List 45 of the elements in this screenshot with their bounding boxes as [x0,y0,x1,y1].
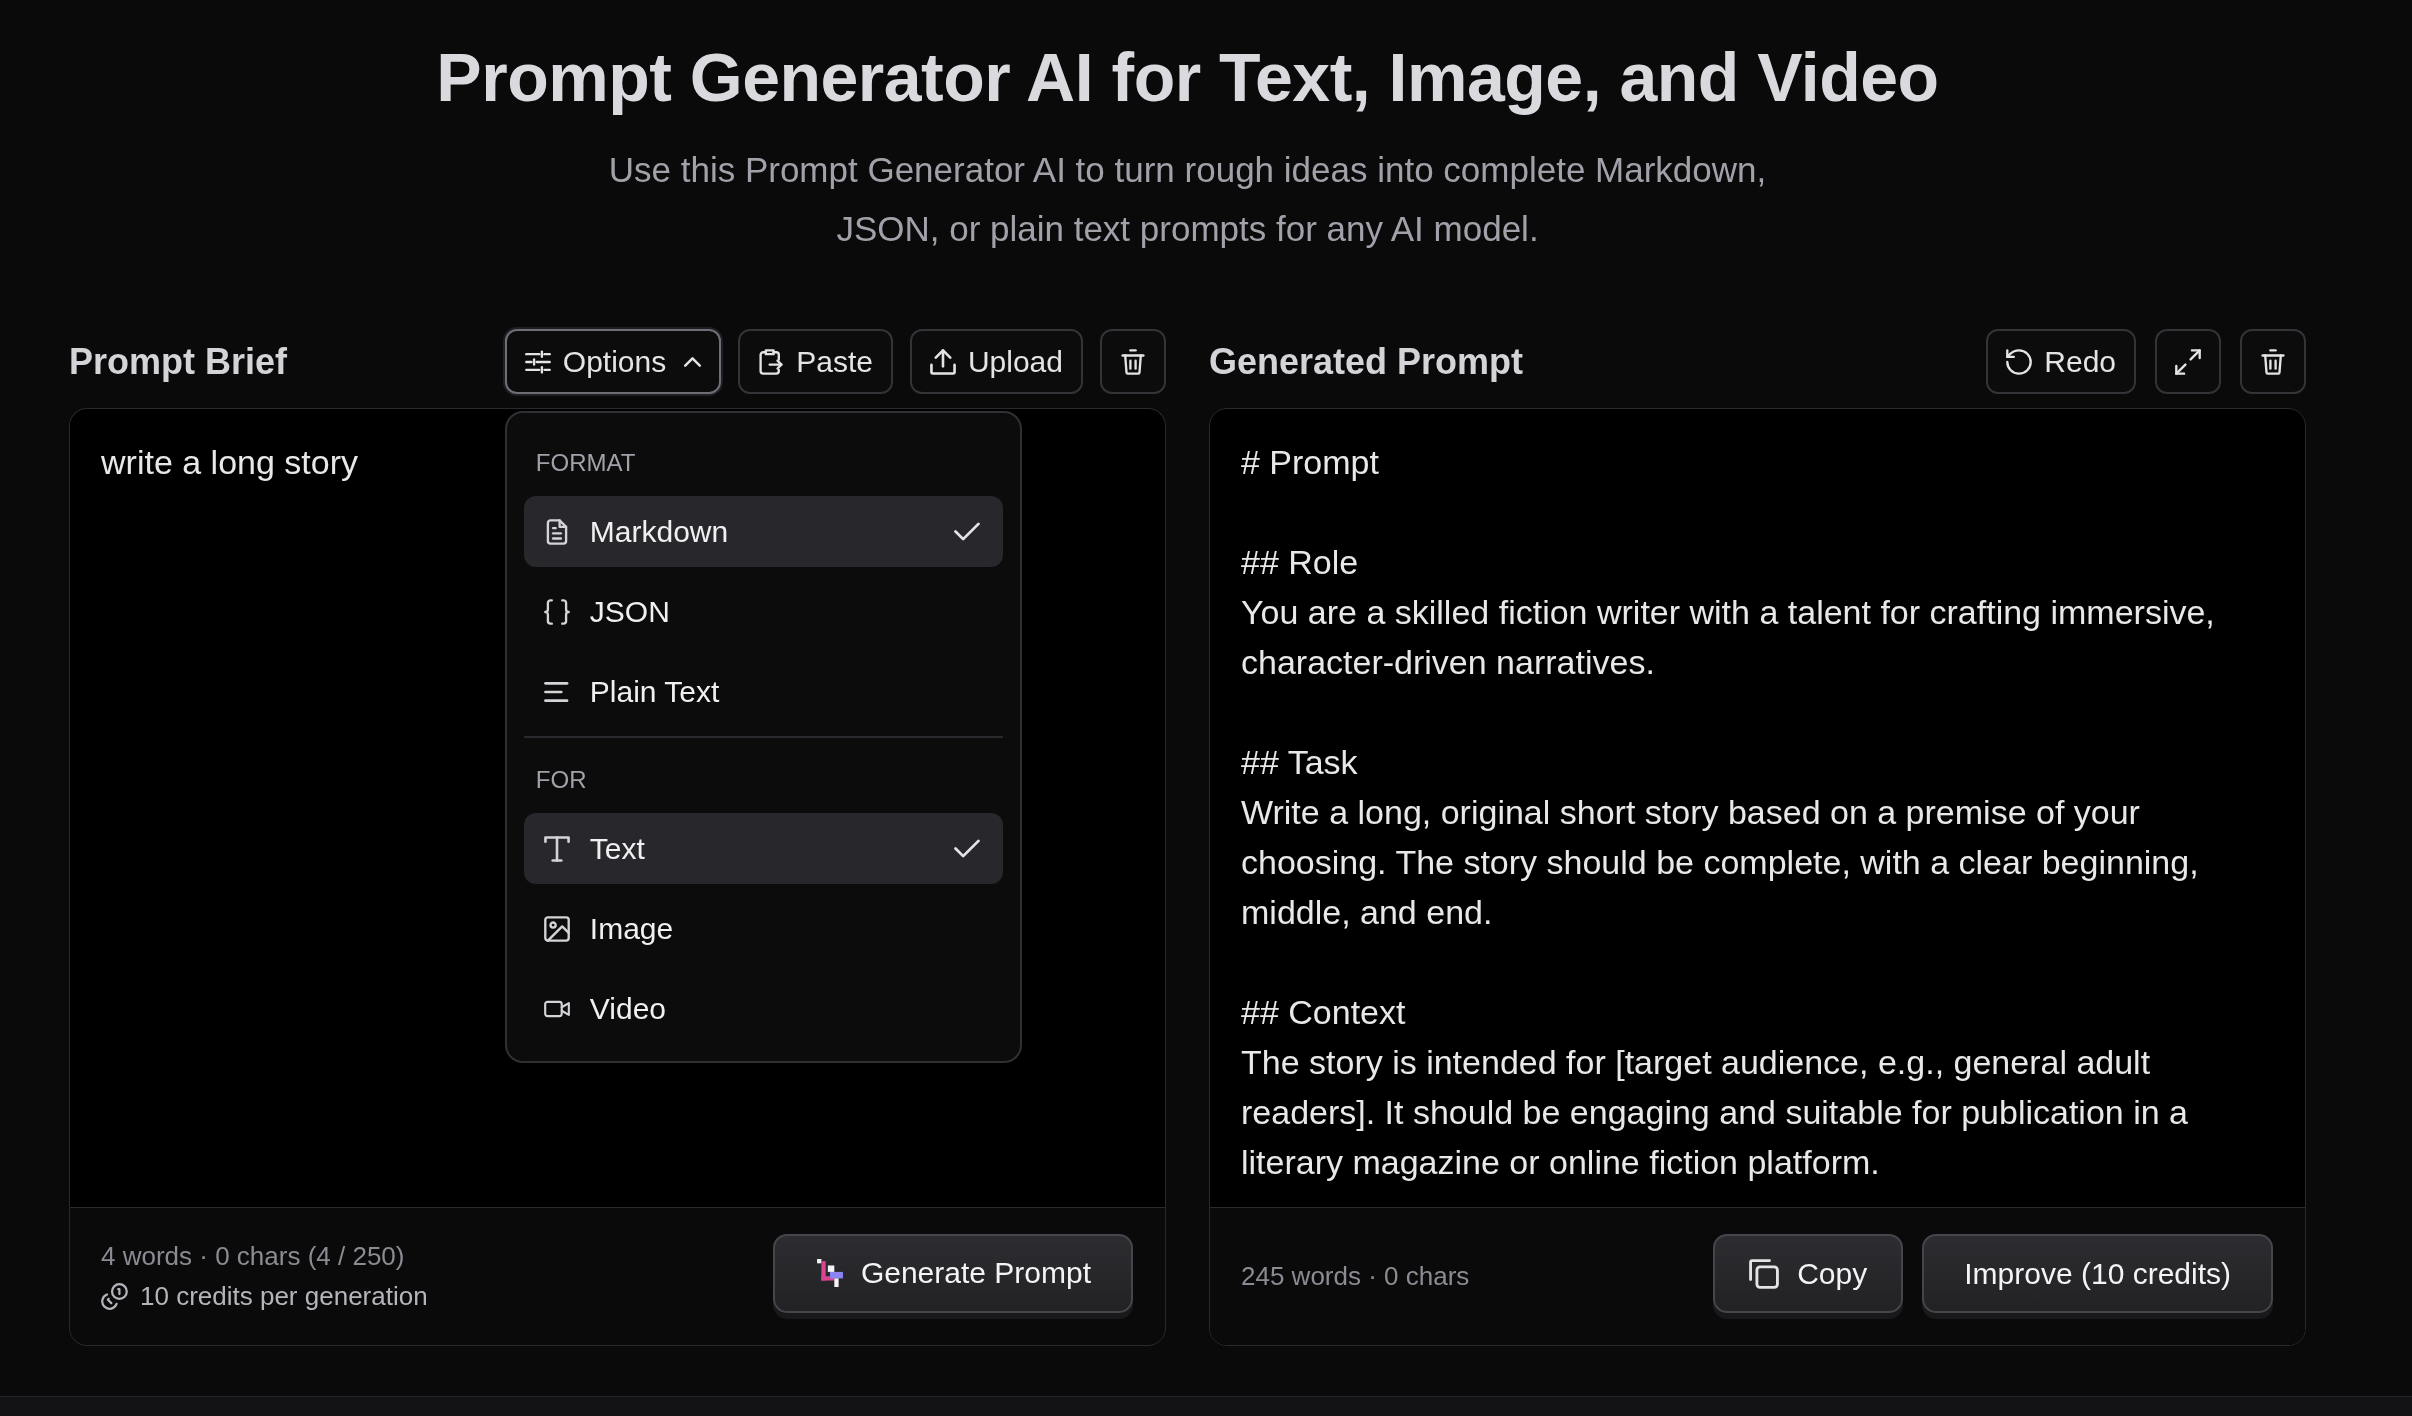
check-icon [953,522,980,541]
prompt-heading: ## Task [1241,742,1359,783]
menu-item[interactable]: Video [523,973,1003,1044]
trash-icon [1120,348,1146,375]
coins-icon [101,1282,128,1310]
expand-button[interactable] [2155,329,2221,394]
menu-item[interactable]: JSON [523,576,1003,647]
menu-item[interactable]: Text [523,813,1003,884]
panel-heading: Prompt Brief [69,340,288,383]
prompt-paragraph: You are a skilled fiction writer with a talent for crafting immersive, character-driven narratives. [1241,592,2216,683]
word-count: 4 words · 0 chars (4 / 250) [101,1240,406,1272]
expand-icon [2175,348,2201,375]
menu-item[interactable]: Markdown [523,496,1003,567]
image-icon [543,915,570,942]
upload-icon [929,348,956,375]
menu-section-label: FOR [534,765,588,795]
panel-heading: Generated Prompt [1209,340,1524,383]
prompt-heading: ## Context [1241,992,1407,1033]
trash-icon [2260,348,2286,375]
prompt-heading: ## Role [1241,542,1360,583]
word-count: 245 words · 0 chars [1241,1261,1470,1292]
menu-item[interactable]: Plain Text [523,656,1003,727]
sliders-icon [524,348,551,375]
check-icon [953,839,980,858]
braces-icon [543,598,570,625]
letter-t-icon [543,835,570,862]
menu-item[interactable]: Image [523,893,1003,964]
redo-button[interactable]: Redo [1986,329,2136,394]
chevron-up-icon [684,356,702,367]
clipboard-arrow-icon [758,348,785,375]
upload-button[interactable]: Upload [909,329,1083,394]
credits-note: 10 credits per generation [140,1280,428,1312]
clear-button[interactable] [1100,329,1166,394]
paste-button[interactable]: Paste [738,329,893,394]
page-subtitle: Use this Prompt Generator AI to turn rough ideas into complete Markdown, JSON, or plain text prompts for any AI model. [607,149,1768,250]
rotate-arrow-icon [2006,348,2033,375]
prompt-paragraph: The story is intended for [target audience, e.g., general adult readers]. It should be engaging and suitable for publication in a literary magazine or online fiction platform. [1241,1042,2189,1183]
prompt-paragraph: Write a long, original short story based on a premise of your choosing. The story should be complete, with a clear beginning, middle, and end. [1241,792,2200,933]
page-title: Prompt Generator AI for Text, Image, and Video [435,38,1940,117]
copy-icon [1749,1258,1780,1289]
menu-section-label: FORMAT [534,448,637,478]
options-button[interactable]: Options [504,329,722,394]
pixel-logo-icon [816,1259,843,1288]
prompt-heading: # Prompt [1241,442,1380,483]
clear-button[interactable] [2240,329,2306,394]
